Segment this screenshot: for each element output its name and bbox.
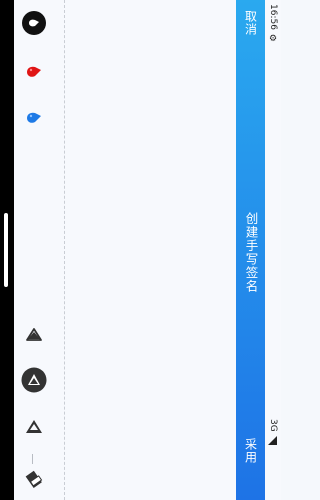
status-bar: 16:56 ⚙ 3G [265,0,281,500]
pen-thick-icon [26,420,42,433]
pen-thin-option[interactable] [21,322,47,348]
color-red-option[interactable] [21,59,47,85]
pen-thin-icon [26,328,42,341]
signature-guide-line [64,0,65,500]
eraser-button[interactable] [21,465,47,491]
confirm-button[interactable]: 采用 [244,438,258,464]
pen-medium-icon [21,367,47,393]
signal-icon [268,436,277,445]
cancel-button[interactable]: 取消 [244,10,258,36]
eraser-icon [25,470,43,488]
pen-medium-option[interactable] [21,367,47,393]
title-bar: 取消 创建手写签名 采用 [236,0,265,500]
page-title: 创建手写签名 [243,212,259,293]
color-blue-option[interactable] [21,105,47,131]
home-indicator[interactable] [4,213,8,287]
color-black-option[interactable] [21,10,47,36]
color-red-icon [27,66,41,77]
gear-icon: ⚙ [268,34,278,44]
color-black-icon [22,11,46,35]
network-label: 3G [268,419,278,432]
color-blue-icon [27,112,41,123]
signature-canvas[interactable] [14,0,236,500]
pen-thick-option[interactable] [21,414,47,440]
system-nav-bar [0,0,14,500]
eraser-divider [32,454,33,464]
status-time: 16:56 [268,4,278,30]
